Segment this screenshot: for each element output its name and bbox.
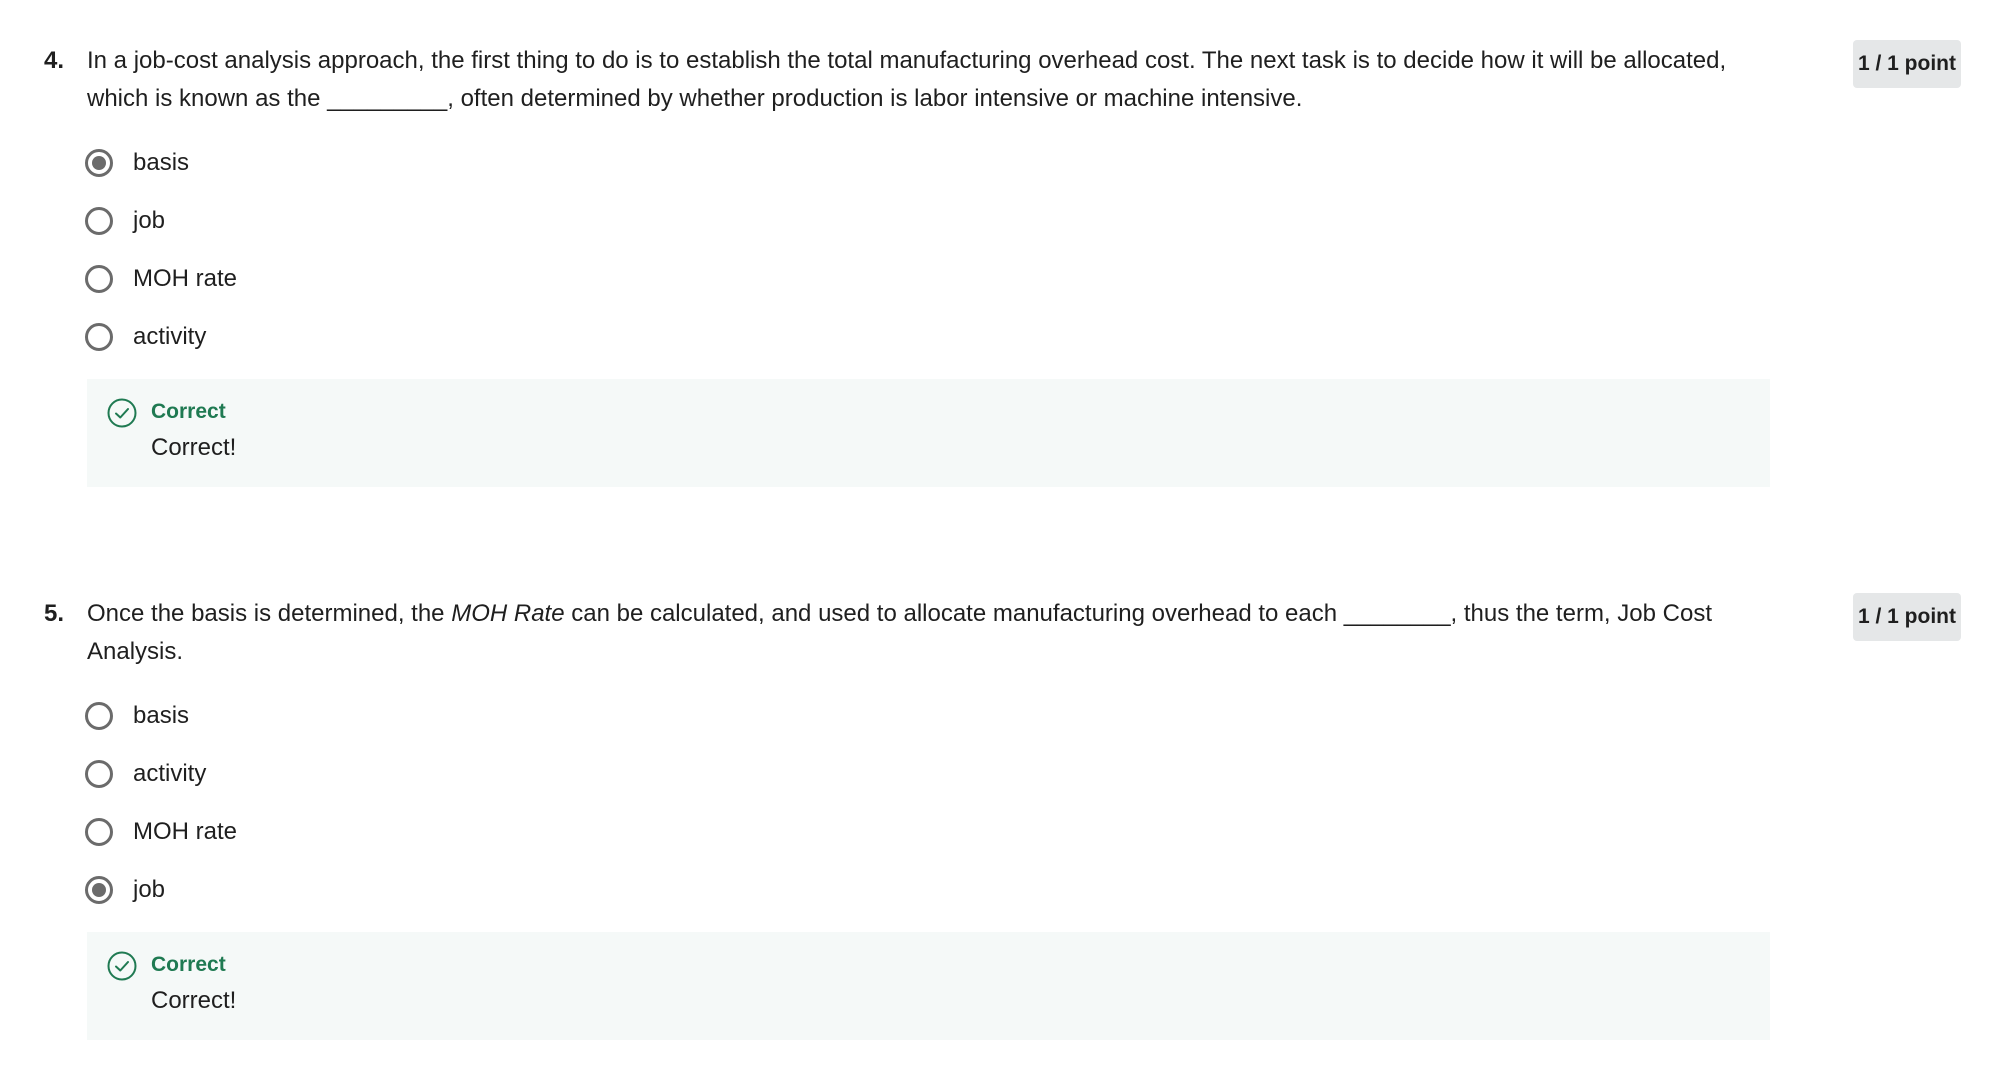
radio-button[interactable] bbox=[85, 702, 113, 730]
option-job[interactable]: job bbox=[85, 206, 585, 242]
radio-button-selected[interactable] bbox=[85, 876, 113, 904]
feedback-message: Correct! bbox=[151, 987, 237, 1014]
radio-button-selected[interactable] bbox=[85, 149, 113, 177]
points-badge: 1 / 1 point bbox=[1853, 40, 1961, 88]
check-circle-icon bbox=[107, 398, 137, 428]
radio-button[interactable] bbox=[85, 323, 113, 351]
option-activity[interactable]: activity bbox=[85, 759, 585, 795]
question-text-part: Once the basis is determined, the bbox=[87, 600, 452, 627]
option-label: MOH rate bbox=[133, 818, 238, 845]
feedback-status: Correct bbox=[151, 400, 226, 423]
option-label: job bbox=[133, 876, 166, 903]
option-label: basis bbox=[133, 149, 190, 176]
check-circle-icon bbox=[107, 951, 137, 981]
option-basis[interactable]: basis bbox=[85, 148, 585, 184]
feedback-panel: Correct Correct! bbox=[87, 379, 1770, 487]
feedback-status: Correct bbox=[151, 953, 226, 976]
radio-button[interactable] bbox=[85, 265, 113, 293]
option-label: MOH rate bbox=[133, 265, 238, 292]
feedback-panel: Correct Correct! bbox=[87, 932, 1770, 1040]
points-badge: 1 / 1 point bbox=[1853, 593, 1961, 641]
radio-button[interactable] bbox=[85, 760, 113, 788]
question-number: 5. bbox=[44, 600, 65, 627]
option-job[interactable]: job bbox=[85, 875, 585, 911]
option-label: basis bbox=[133, 702, 190, 729]
option-moh-rate[interactable]: MOH rate bbox=[85, 264, 585, 300]
question-text: Once the basis is determined, the MOH Ra… bbox=[87, 595, 1787, 671]
option-basis[interactable]: basis bbox=[85, 701, 585, 737]
feedback-message: Correct! bbox=[151, 434, 237, 461]
radio-button[interactable] bbox=[85, 818, 113, 846]
option-label: activity bbox=[133, 760, 207, 787]
question-text: In a job-cost analysis approach, the fir… bbox=[87, 47, 1727, 112]
option-moh-rate[interactable]: MOH rate bbox=[85, 817, 585, 853]
radio-button[interactable] bbox=[85, 207, 113, 235]
option-label: job bbox=[133, 207, 166, 234]
question-number: 4. bbox=[44, 47, 65, 74]
option-label: activity bbox=[133, 323, 207, 350]
question-text-emphasis: MOH Rate bbox=[451, 600, 565, 627]
option-activity[interactable]: activity bbox=[85, 322, 585, 358]
